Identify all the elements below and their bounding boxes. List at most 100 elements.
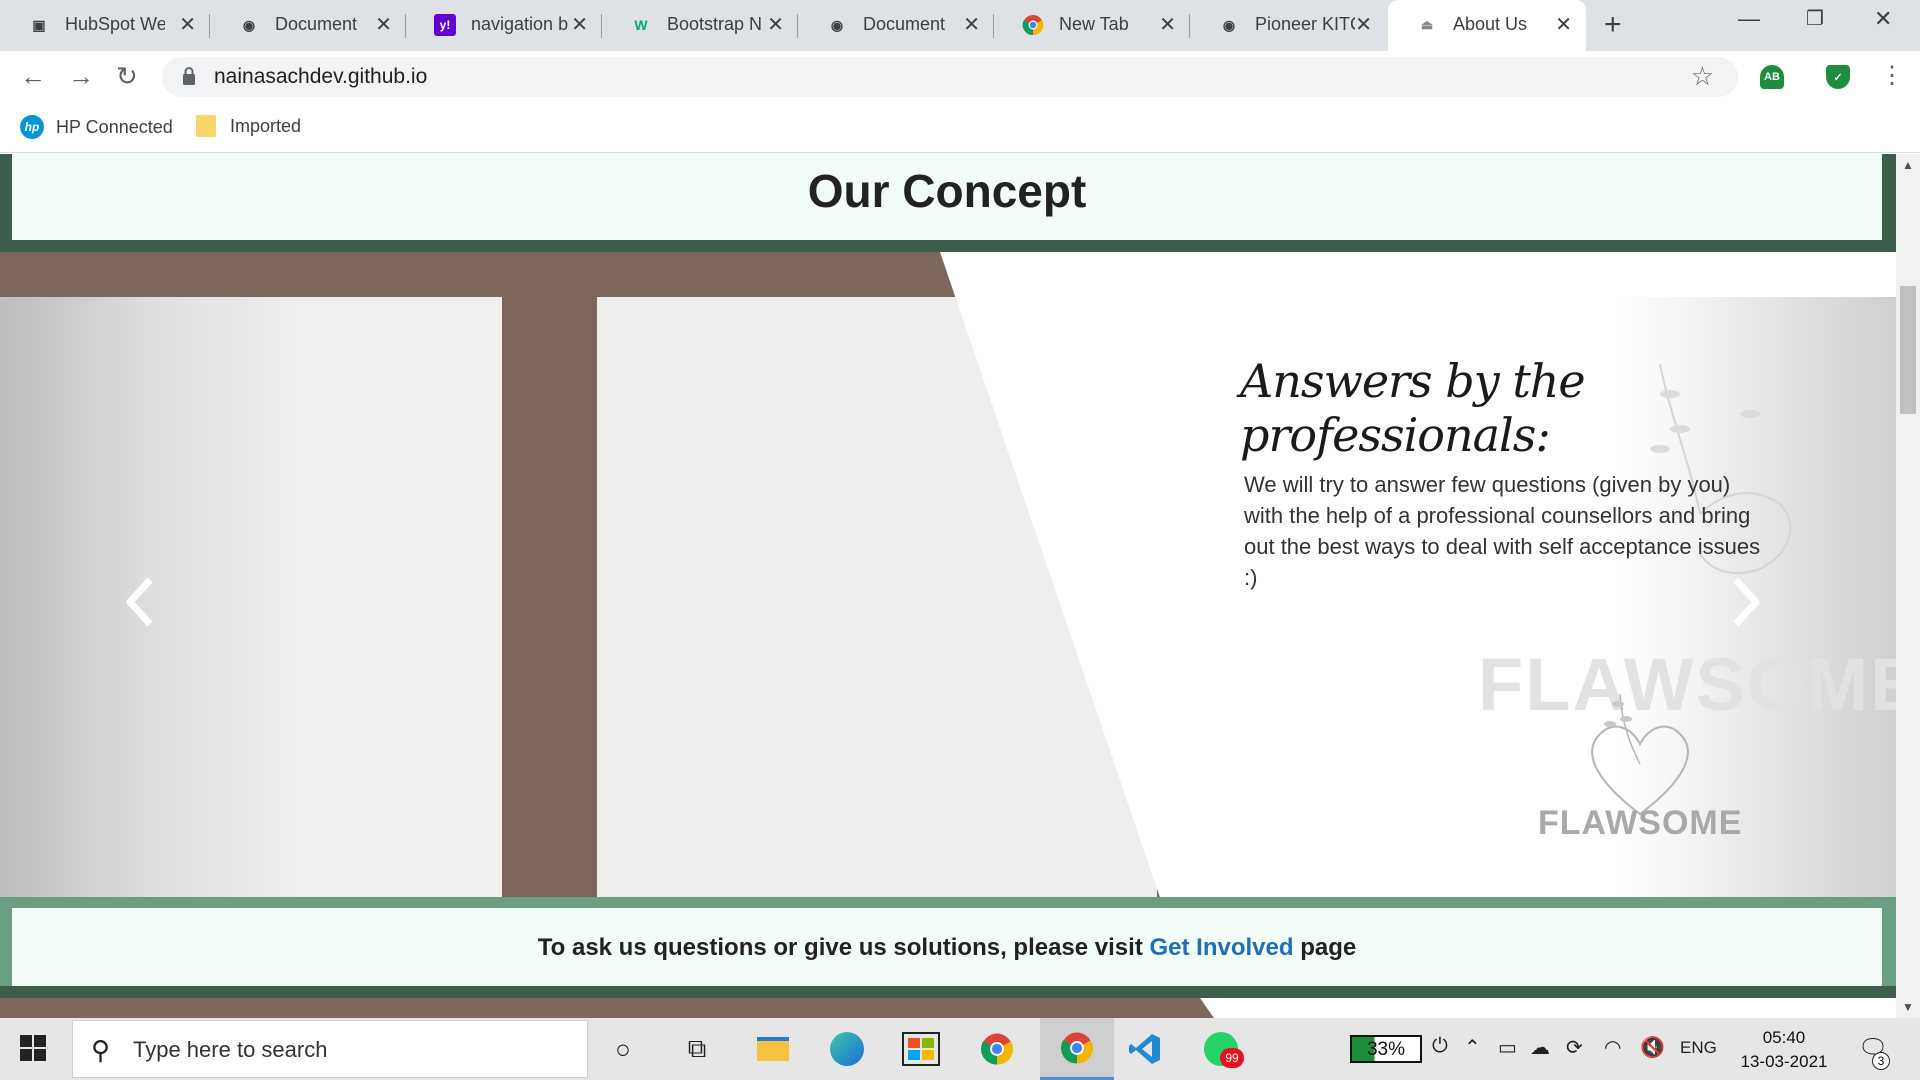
adblock-extension-icon[interactable]: AB <box>1760 65 1784 89</box>
clock-time: 05:40 <box>1762 1028 1806 1047</box>
tab-title: Document <box>863 14 946 34</box>
windows-start-icon[interactable] <box>20 1035 46 1061</box>
close-icon[interactable]: ✕ <box>767 12 784 37</box>
task-view-icon[interactable]: ⧉ <box>676 1028 718 1070</box>
edge-icon[interactable] <box>826 1028 868 1070</box>
concept-header: Our Concept <box>12 154 1882 240</box>
vertical-scrollbar[interactable]: ▲ ▼ <box>1896 154 1920 1018</box>
new-tab-button[interactable]: + <box>1604 8 1622 42</box>
tab-navigation[interactable]: y! navigation b ✕ <box>406 0 602 51</box>
bookmark-label: HP Connected <box>56 116 173 137</box>
tab-document-1[interactable]: ◉ Document ✕ <box>210 0 406 51</box>
tab-title: navigation b <box>471 14 569 34</box>
info-band-border <box>0 986 1896 998</box>
hubspot-icon: ▣ <box>32 16 46 33</box>
globe-icon: ◉ <box>1222 16 1236 33</box>
url-text: nainasachdev.github.io <box>214 65 428 88</box>
windows-taskbar: ⚲ Type here to search ○ ⧉ 99 33% ⏻ ⌃ ▭ ☁… <box>0 1018 1920 1080</box>
restore-button[interactable]: ❐ <box>1806 6 1824 31</box>
file-explorer-icon[interactable] <box>752 1028 794 1070</box>
carousel-panel-left <box>0 297 502 897</box>
page-icon: ⏏ <box>1420 17 1434 32</box>
close-icon[interactable]: ✕ <box>571 12 588 37</box>
minimize-button[interactable]: — <box>1738 6 1760 32</box>
chrome-profile-icon[interactable] <box>976 1028 1018 1070</box>
tab-hubspot[interactable]: ▣ HubSpot We ✕ <box>0 0 210 51</box>
tab-document-2[interactable]: ◉ Document ✕ <box>798 0 994 51</box>
battery-indicator[interactable]: 33% <box>1350 1035 1422 1063</box>
power-plug-icon: ⏻ <box>1432 1035 1448 1057</box>
chrome-icon <box>1022 14 1044 36</box>
back-button[interactable]: ← <box>20 61 46 92</box>
w3-icon: W <box>634 17 648 33</box>
bookmark-label: Imported <box>230 115 302 136</box>
tab-title: Pioneer KITC <box>1255 14 1355 34</box>
yahoo-icon: y! <box>434 14 456 36</box>
close-icon[interactable]: ✕ <box>1159 12 1176 37</box>
close-window-button[interactable]: ✕ <box>1874 6 1892 32</box>
tab-title: Bootstrap N <box>667 14 763 34</box>
taskbar-search-box[interactable]: ⚲ Type here to search <box>72 1020 588 1078</box>
meet-icon[interactable]: ▭ <box>1498 1035 1517 1060</box>
security-extension-icon[interactable]: ✓ <box>1826 65 1850 89</box>
close-icon[interactable]: ✕ <box>1355 12 1372 37</box>
globe-icon: ◉ <box>242 16 256 33</box>
address-bar[interactable]: nainasachdev.github.io ☆ <box>162 57 1738 97</box>
tab-title: HubSpot We <box>65 14 165 34</box>
tab-new-tab[interactable]: New Tab ✕ <box>994 0 1190 51</box>
bookmark-imported[interactable]: Imported <box>196 115 301 137</box>
carousel-next-icon[interactable] <box>1726 572 1766 632</box>
whatsapp-badge: 99 <box>1220 1048 1244 1068</box>
info-box: To ask us questions or give us solutions… <box>12 908 1882 986</box>
chevron-up-icon[interactable]: ⌃ <box>1464 1035 1481 1060</box>
info-prefix: To ask us questions or give us solutions… <box>537 934 1150 961</box>
bookmark-star-icon[interactable]: ☆ <box>1691 61 1714 92</box>
carousel-prev-icon[interactable] <box>120 572 160 632</box>
forward-button[interactable]: → <box>68 61 94 92</box>
scroll-up-icon[interactable]: ▲ <box>1902 158 1914 172</box>
tab-strip: ▣ HubSpot We ✕ ◉ Document ✕ y! navigatio… <box>0 0 1920 51</box>
reload-button[interactable]: ↻ <box>116 61 138 92</box>
folder-icon <box>196 115 216 137</box>
hp-icon: hp <box>20 115 44 139</box>
tab-title: Document <box>275 14 358 34</box>
vscode-icon[interactable] <box>1124 1028 1166 1070</box>
close-icon[interactable]: ✕ <box>1555 12 1572 37</box>
close-icon[interactable]: ✕ <box>963 12 980 37</box>
menu-icon[interactable]: ⋮ <box>1880 61 1904 90</box>
chrome-active-icon[interactable] <box>1040 1018 1114 1080</box>
logo-text: FLAWSOME <box>1538 804 1743 842</box>
get-involved-link[interactable]: Get Involved <box>1149 934 1293 961</box>
volume-muted-icon[interactable]: 🔇 <box>1640 1035 1665 1060</box>
scroll-down-icon[interactable]: ▼ <box>1902 1000 1914 1014</box>
bookmark-hp-connected[interactable]: hp HP Connected <box>20 115 173 139</box>
bookmarks-bar: hp HP Connected Imported <box>0 103 1920 153</box>
clock-date: 13-03-2021 <box>1740 1052 1828 1071</box>
language-indicator[interactable]: ENG <box>1680 1038 1717 1058</box>
onedrive-icon[interactable]: ☁ <box>1530 1035 1550 1060</box>
tab-title: New Tab <box>1059 14 1129 34</box>
page-viewport: Our Concept FLAWSOME Answers by the prof… <box>0 154 1896 1018</box>
tab-about-us[interactable]: ⏏ About Us ✕ <box>1388 0 1586 51</box>
scrollbar-thumb[interactable] <box>1900 286 1916 414</box>
close-icon[interactable]: ✕ <box>375 12 392 37</box>
slide-heading: Answers by the professionals: <box>1240 354 1586 462</box>
sync-icon[interactable]: ⟳ <box>1566 1035 1583 1060</box>
heart-leaf-logo-icon <box>1591 693 1689 816</box>
page-title: Our Concept <box>807 165 1087 217</box>
battery-percent: 33% <box>1366 1039 1406 1060</box>
tab-bootstrap[interactable]: W Bootstrap N ✕ <box>602 0 798 51</box>
cortana-icon[interactable]: ○ <box>602 1028 644 1070</box>
clock[interactable]: 05:40 13-03-2021 <box>1734 1026 1834 1074</box>
next-section-wedge <box>1200 998 1896 1018</box>
slide-caption: We will try to answer few questions (giv… <box>1244 472 1761 590</box>
info-text: To ask us questions or give us solutions… <box>12 934 1882 962</box>
tab-title: About Us <box>1453 14 1528 34</box>
store-icon[interactable] <box>900 1028 942 1070</box>
tab-pioneer[interactable]: ◉ Pioneer KITC ✕ <box>1190 0 1386 51</box>
wifi-icon[interactable]: ◠ <box>1604 1035 1621 1060</box>
close-icon[interactable]: ✕ <box>179 12 196 37</box>
notification-count: 3 <box>1872 1052 1890 1070</box>
whatsapp-icon[interactable]: 99 <box>1200 1028 1244 1070</box>
search-placeholder: Type here to search <box>133 1037 328 1062</box>
